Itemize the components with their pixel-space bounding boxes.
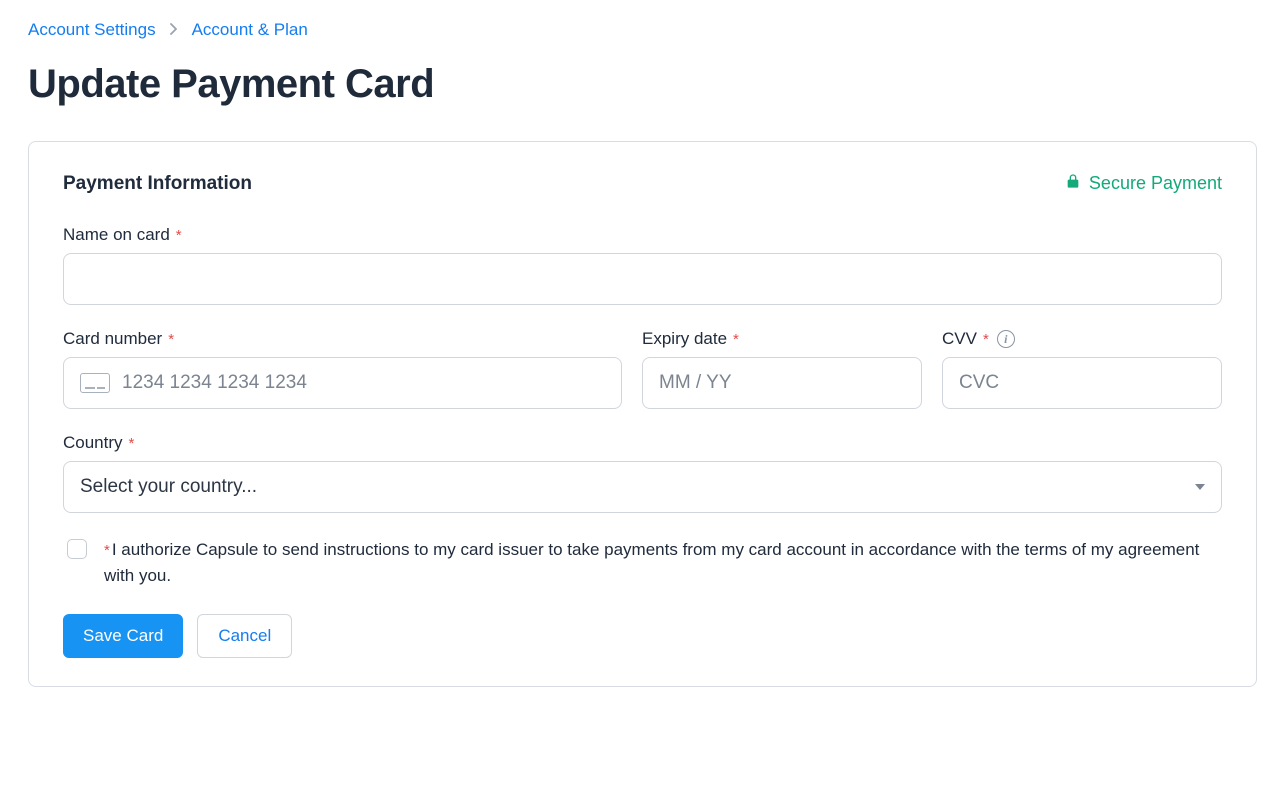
authorization-checkbox[interactable] <box>67 539 87 559</box>
authorization-text: I authorize Capsule to send instructions… <box>104 540 1199 585</box>
expiry-placeholder: MM / YY <box>659 372 732 394</box>
breadcrumb-link-account-plan[interactable]: Account & Plan <box>192 20 308 40</box>
cvv-placeholder: CVC <box>959 372 999 394</box>
field-cvv: CVV * i CVC <box>942 329 1222 409</box>
chevron-down-icon <box>1195 484 1205 490</box>
info-icon[interactable]: i <box>997 330 1015 348</box>
secure-payment-label: Secure Payment <box>1089 173 1222 194</box>
lock-icon <box>1065 172 1081 195</box>
authorization-consent: *I authorize Capsule to send instruction… <box>63 537 1222 588</box>
country-select-placeholder: Select your country... <box>80 476 257 498</box>
required-indicator: * <box>176 227 182 244</box>
required-indicator: * <box>168 331 174 348</box>
field-name-on-card: Name on card * <box>63 225 1222 305</box>
chevron-right-icon <box>170 22 178 39</box>
required-indicator: * <box>104 542 110 559</box>
card-number-input[interactable]: 1234 1234 1234 1234 <box>63 357 622 409</box>
required-indicator: * <box>129 435 135 452</box>
name-on-card-label: Name on card <box>63 225 170 245</box>
page-title: Update Payment Card <box>28 62 1257 107</box>
field-card-number: Card number * 1234 1234 1234 1234 <box>63 329 622 409</box>
card-number-label: Card number <box>63 329 162 349</box>
breadcrumb-link-account-settings[interactable]: Account Settings <box>28 20 156 40</box>
cvv-input[interactable]: CVC <box>942 357 1222 409</box>
field-expiry: Expiry date * MM / YY <box>642 329 922 409</box>
cancel-button[interactable]: Cancel <box>197 614 292 658</box>
country-select[interactable]: Select your country... <box>63 461 1222 513</box>
required-indicator: * <box>983 331 989 348</box>
card-number-placeholder: 1234 1234 1234 1234 <box>122 372 307 394</box>
credit-card-icon <box>80 373 110 393</box>
name-on-card-input[interactable] <box>63 253 1222 305</box>
secure-payment-indicator: Secure Payment <box>1065 172 1222 195</box>
section-title: Payment Information <box>63 173 252 195</box>
country-label: Country <box>63 433 123 453</box>
required-indicator: * <box>733 331 739 348</box>
expiry-input[interactable]: MM / YY <box>642 357 922 409</box>
field-country: Country * Select your country... <box>63 433 1222 513</box>
breadcrumb: Account Settings Account & Plan <box>28 20 1257 40</box>
payment-card-panel: Payment Information Secure Payment Name … <box>28 141 1257 687</box>
cvv-label: CVV <box>942 329 977 349</box>
save-card-button[interactable]: Save Card <box>63 614 183 658</box>
expiry-label: Expiry date <box>642 329 727 349</box>
